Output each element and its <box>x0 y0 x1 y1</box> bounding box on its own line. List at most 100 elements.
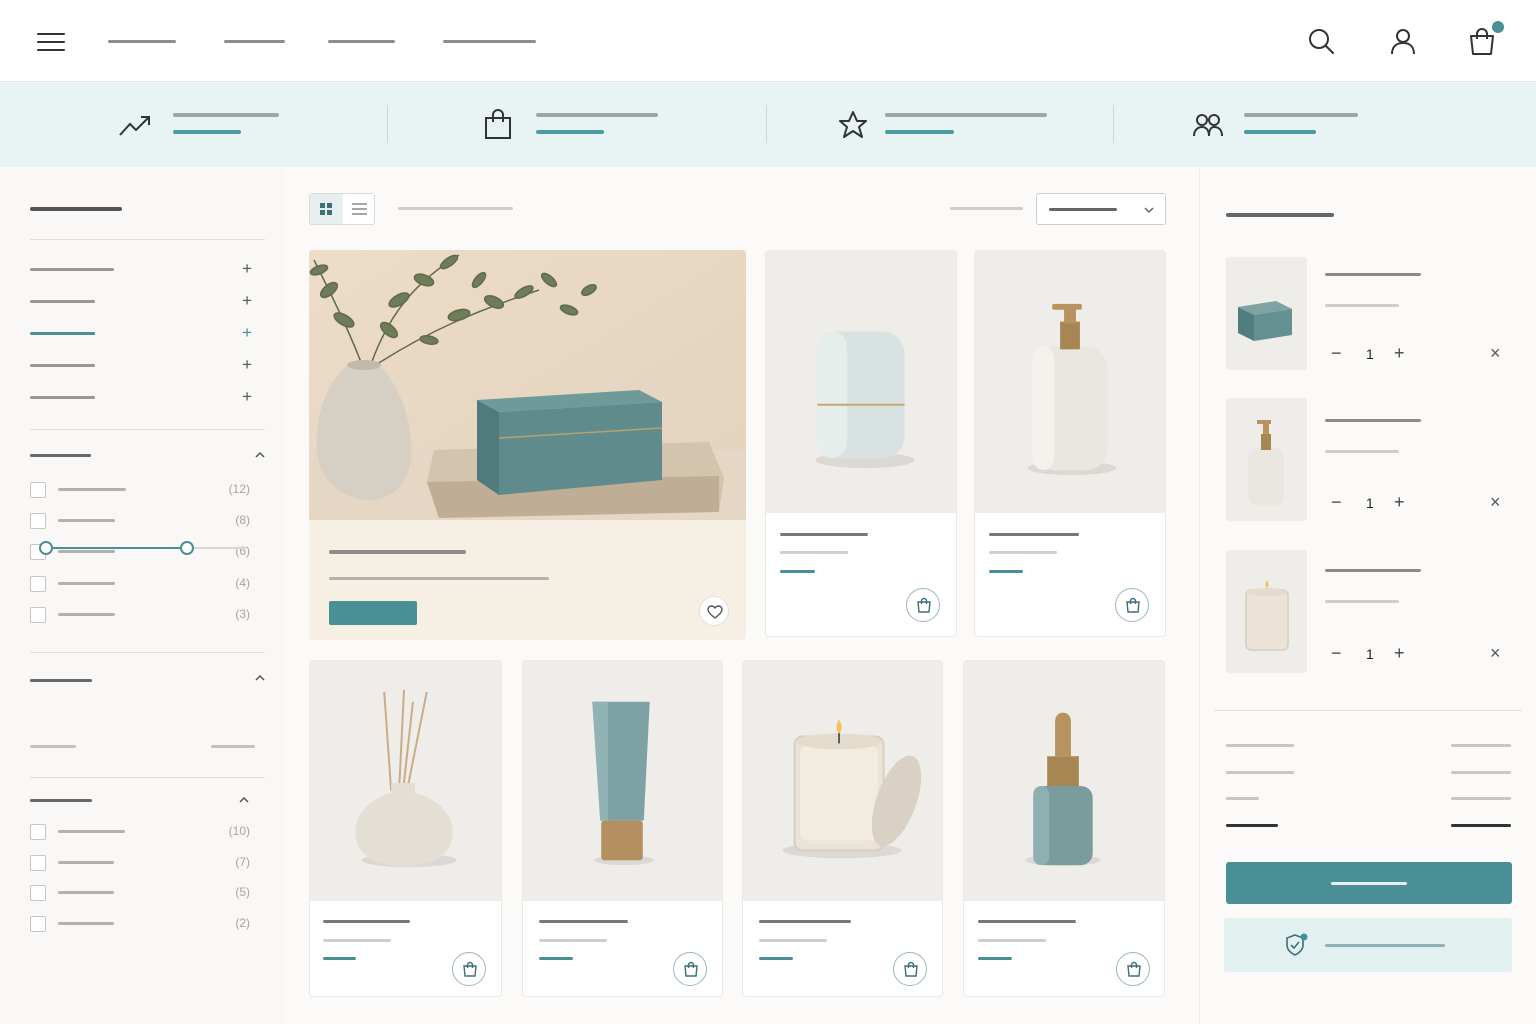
add-to-cart-button[interactable] <box>906 588 940 622</box>
stat-trending <box>118 83 288 167</box>
shopping-bag-icon <box>463 961 477 977</box>
shopping-bag-icon <box>904 961 918 977</box>
cart-item-image <box>1226 257 1307 370</box>
shopping-bag-icon <box>485 109 511 139</box>
product-image-dropper-bottle <box>964 662 1164 900</box>
add-to-cart-button[interactable] <box>1115 588 1149 622</box>
stat-reviews <box>838 83 1058 167</box>
sort-dropdown[interactable] <box>1036 193 1166 225</box>
add-to-cart-button[interactable] <box>673 952 707 986</box>
price-min-value <box>30 745 76 748</box>
add-to-cart-button[interactable] <box>452 952 486 986</box>
grid-icon[interactable] <box>310 194 343 224</box>
product-image-jar <box>766 252 956 512</box>
shopping-bag-icon <box>684 961 698 977</box>
list-icon[interactable] <box>343 194 375 224</box>
shopping-bag-icon <box>1126 597 1140 613</box>
category-row-3-active[interactable]: + <box>30 323 252 342</box>
filter-option[interactable]: (5) <box>30 885 250 901</box>
chevron-up-icon[interactable] <box>254 449 266 461</box>
checkout-button[interactable] <box>1226 862 1512 904</box>
users-icon <box>1193 114 1223 137</box>
increase-quantity-button[interactable]: + <box>1394 644 1405 662</box>
checkbox[interactable] <box>30 576 46 592</box>
trending-up-icon <box>119 116 150 136</box>
tax-label <box>1226 797 1259 800</box>
product-card[interactable] <box>522 660 723 997</box>
results-count <box>398 207 513 210</box>
filter-option[interactable]: (12) <box>30 482 250 498</box>
filter-option[interactable]: (8) <box>30 513 250 529</box>
total-label <box>1226 824 1278 827</box>
cart-panel: − 1 + × − 1 + × − 1 + × <box>1199 168 1536 1024</box>
chevron-up-icon[interactable] <box>254 672 266 684</box>
product-card[interactable] <box>765 250 957 637</box>
shopping-bag-icon <box>917 597 931 613</box>
shop-now-button[interactable] <box>329 601 417 625</box>
filter-option[interactable]: (7) <box>30 855 250 871</box>
decrease-quantity-button[interactable]: − <box>1331 344 1342 362</box>
checkbox[interactable] <box>30 824 46 840</box>
category-row-5[interactable]: + <box>30 387 252 406</box>
price-slider-min-handle[interactable] <box>39 541 53 555</box>
category-row-1[interactable]: + <box>30 259 252 278</box>
search-icon[interactable] <box>1306 26 1336 56</box>
increase-quantity-button[interactable]: + <box>1394 344 1405 362</box>
cart-item-quantity: 1 <box>1366 646 1374 662</box>
shield-check-icon <box>1286 933 1308 956</box>
product-card[interactable] <box>742 660 943 997</box>
sort-label <box>950 207 1023 210</box>
checkbox[interactable] <box>30 885 46 901</box>
checkbox[interactable] <box>30 855 46 871</box>
checkbox[interactable] <box>30 607 46 623</box>
stats-strip <box>0 83 1536 167</box>
nav-link-3[interactable] <box>328 40 395 43</box>
nav-link-1[interactable] <box>108 40 176 43</box>
stat-orders <box>483 83 673 167</box>
category-row-2[interactable]: + <box>30 291 252 310</box>
featured-product-image <box>309 250 746 520</box>
filter-option[interactable]: (3) <box>30 607 250 623</box>
nav-link-4[interactable] <box>443 40 536 43</box>
filter-option[interactable]: (2) <box>30 916 250 932</box>
add-to-cart-button[interactable] <box>893 952 927 986</box>
close-icon[interactable]: × <box>1490 644 1501 662</box>
heart-icon[interactable] <box>699 596 729 626</box>
product-card[interactable] <box>974 250 1166 637</box>
filter-option[interactable]: (4) <box>30 576 250 592</box>
decrease-quantity-button[interactable]: − <box>1331 644 1342 662</box>
add-to-cart-button[interactable] <box>1116 952 1150 986</box>
cart-item-image <box>1226 398 1307 521</box>
star-icon <box>839 111 867 138</box>
checkbox[interactable] <box>30 916 46 932</box>
subtotal-label <box>1226 744 1294 747</box>
close-icon[interactable]: × <box>1490 344 1501 362</box>
top-navigation-bar <box>0 0 1536 82</box>
featured-title <box>329 550 466 554</box>
close-icon[interactable]: × <box>1490 493 1501 511</box>
price-max-value <box>211 745 255 748</box>
decrease-quantity-button[interactable]: − <box>1331 493 1342 511</box>
filter-option[interactable]: (10) <box>30 824 250 840</box>
price-slider-max-handle[interactable] <box>180 541 194 555</box>
checkbox[interactable] <box>30 482 46 498</box>
featured-description <box>329 577 549 580</box>
checkbox[interactable] <box>30 513 46 529</box>
featured-product-card[interactable] <box>309 250 746 640</box>
increase-quantity-button[interactable]: + <box>1394 493 1405 511</box>
nav-link-2[interactable] <box>224 40 285 43</box>
user-icon[interactable] <box>1388 26 1418 56</box>
chevron-up-icon[interactable] <box>238 794 250 806</box>
menu-icon[interactable] <box>37 31 65 53</box>
shipping-value <box>1451 771 1511 774</box>
category-row-4[interactable]: + <box>30 355 252 374</box>
product-image-diffuser <box>310 662 501 900</box>
product-card[interactable] <box>963 660 1165 997</box>
filter-group-1-title <box>30 454 91 457</box>
product-card[interactable] <box>309 660 502 997</box>
stat-customers <box>1192 83 1372 167</box>
product-image-candle <box>743 662 942 900</box>
view-toggle <box>309 193 375 225</box>
price-filter-title <box>30 679 92 682</box>
tax-value <box>1451 797 1511 800</box>
